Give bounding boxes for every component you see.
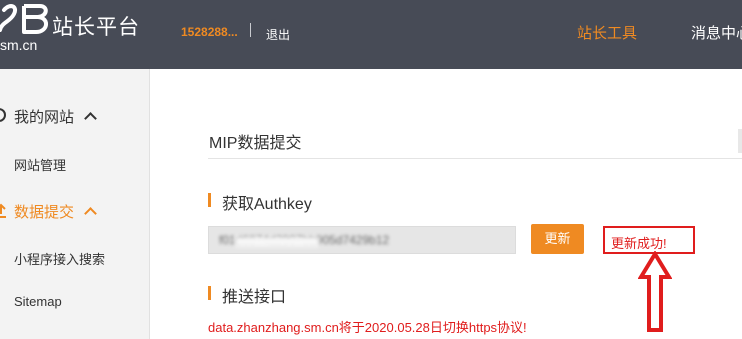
update-success-message: 更新成功! <box>611 236 667 251</box>
sidebar-section-label: 数据提交 <box>14 204 75 221</box>
nav-message-center[interactable]: 消息中心 <box>691 22 742 43</box>
section-marker <box>208 286 211 300</box>
logo-title[interactable]: 站长平台 <box>52 11 140 41</box>
site-icon <box>0 108 6 122</box>
authkey-field[interactable]: f01d6874d2907bb905d7429b12 <box>208 226 516 254</box>
update-success-highlight: 更新成功! <box>603 226 695 254</box>
section-marker <box>208 193 211 207</box>
authkey-heading: 获取Authkey <box>222 196 312 213</box>
title-tab-edge <box>738 129 742 153</box>
sidebar-section-data-submit[interactable]: 数据提交 <box>0 201 149 225</box>
sidebar-item-mini-program[interactable]: 小程序接入搜索 <box>14 249 105 268</box>
logo-domain: sm.cn <box>0 37 38 53</box>
chevron-up-icon <box>84 207 97 220</box>
upload-icon <box>0 203 6 218</box>
push-interface-heading: 推送接口 <box>222 289 287 306</box>
logout-link[interactable]: 退出 <box>266 26 290 43</box>
header-separator <box>250 23 251 37</box>
sidebar-section-my-sites[interactable]: 我的网站 <box>0 106 149 130</box>
sidebar-section-label: 我的网站 <box>14 109 75 126</box>
sidebar-item-site-management[interactable]: 网站管理 <box>14 155 66 174</box>
title-divider <box>208 158 742 159</box>
top-header: sm.cn 站长平台 1528288... 退出 站长工具 消息中心 <box>0 0 742 69</box>
chevron-up-icon <box>84 112 97 125</box>
sidebar-item-sitemap[interactable]: Sitemap <box>14 294 62 309</box>
update-authkey-button[interactable]: 更新 <box>531 224 584 254</box>
annotation-arrow-icon <box>638 251 672 332</box>
authkey-redaction <box>235 237 319 247</box>
page-title: MIP数据提交 <box>209 135 302 152</box>
nav-webmaster-tools[interactable]: 站长工具 <box>577 22 637 43</box>
sidebar: 我的网站 网站管理 数据提交 小程序接入搜索 Sitemap <box>0 69 150 339</box>
user-account[interactable]: 1528288... <box>181 25 238 39</box>
https-notice: data.zhanzhang.sm.cn将于2020.05.28日切换https… <box>208 320 527 335</box>
